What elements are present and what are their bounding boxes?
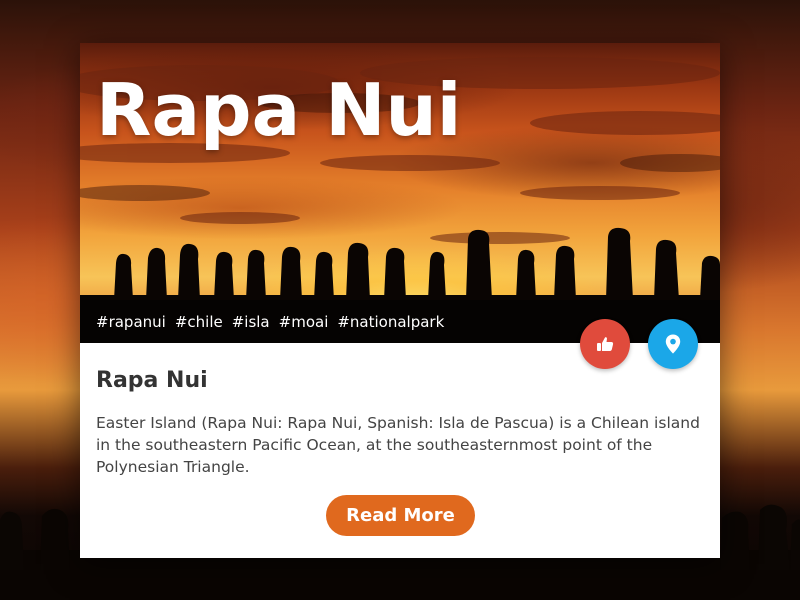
tag-link[interactable]: #rapanui [96,313,166,331]
like-button[interactable] [580,319,630,369]
hero-image: Rapa Nui #rapanui #chile #isla #moai #na… [80,43,720,343]
hero-title: Rapa Nui [96,68,462,152]
tag-link[interactable]: #chile [175,313,223,331]
location-button[interactable] [648,319,698,369]
thumbs-up-icon [597,337,614,351]
destination-card: Rapa Nui #rapanui #chile #isla #moai #na… [80,43,720,558]
read-more-button[interactable]: Read More [326,495,475,536]
map-pin-icon [665,334,681,354]
tag-link[interactable]: #nationalpark [337,313,444,331]
card-title: Rapa Nui [96,368,208,393]
card-description: Easter Island (Rapa Nui: Rapa Nui, Spani… [96,414,700,476]
tag-link[interactable]: #moai [279,313,329,331]
tag-link[interactable]: #isla [232,313,270,331]
